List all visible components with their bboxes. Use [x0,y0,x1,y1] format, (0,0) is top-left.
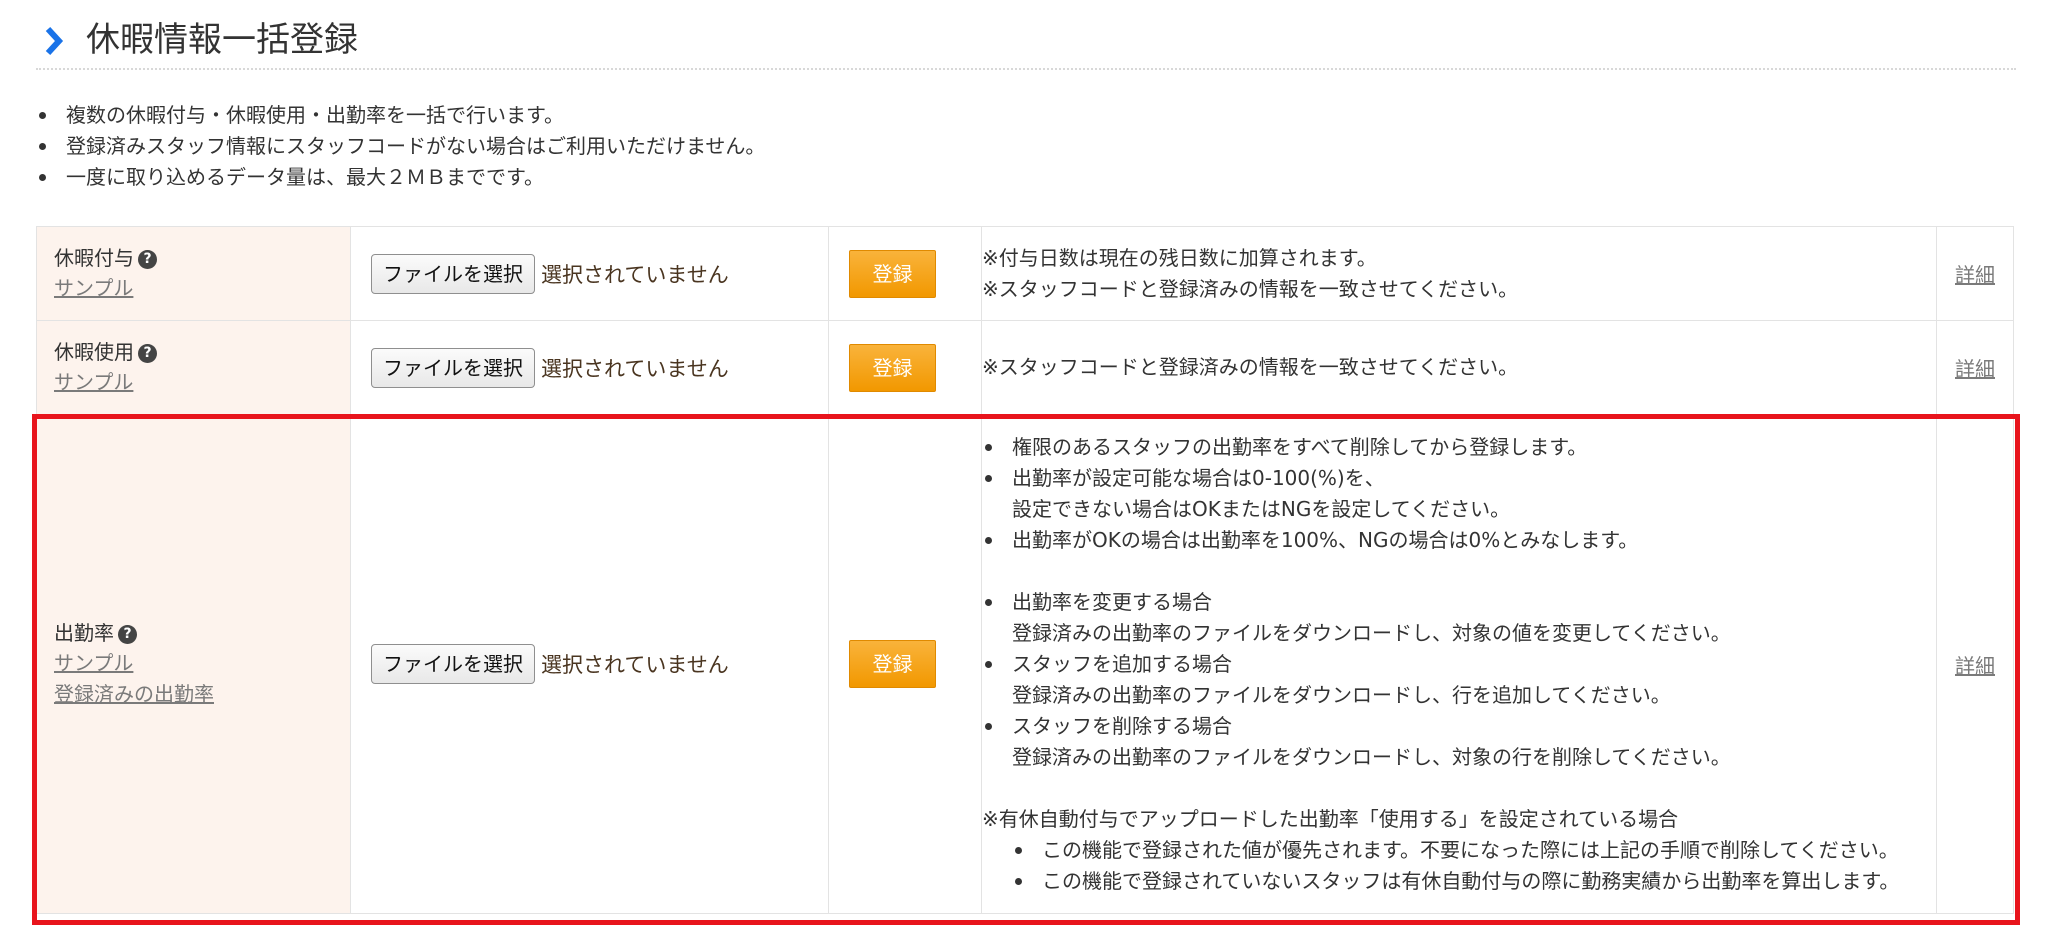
detail-link[interactable]: 詳細 [1955,357,1995,381]
row-label-text: 出勤率 [54,621,114,645]
intro-item: 一度に取り込めるデータ量は、最大２ＭＢまでです。 [36,162,765,193]
detail-cell: 詳細 [1936,226,2014,321]
note-line: ※スタッフコードと登録済みの情報を一致させてください。 [982,355,1519,379]
bulk-import-table: 休暇付与? サンプル ファイルを選択 選択されていません 登録 ※付与日数は現在の… [36,226,2014,914]
file-status: 選択されていません [541,653,729,677]
notes-list: 権限のあるスタッフの出勤率をすべて削除してから登録します。 出勤率が設定可能な場… [982,432,1936,556]
help-icon[interactable]: ? [118,625,137,644]
list-item-line: スタッフを追加する場合 [1012,651,1232,676]
intro-item: 複数の休暇付与・休暇使用・出勤率を一括で行います。 [36,100,765,131]
row-label: 休暇使用? [54,337,350,367]
registered-attendance-link[interactable]: 登録済みの出勤率 [54,679,350,710]
row-label-text: 休暇付与 [54,246,134,270]
row-label-cell: 休暇使用? サンプル [36,320,351,415]
notes-cell: ※スタッフコードと登録済みの情報を一致させてください。 [981,320,1937,415]
list-item: この機能で登録された値が優先されます。不要になった際には上記の手順で削除してくだ… [982,835,1936,866]
row-label-text: 休暇使用 [54,340,134,364]
page-header: 休暇情報一括登録 [36,14,2016,70]
detail-link[interactable]: 詳細 [1955,654,1995,678]
choose-file-button[interactable]: ファイルを選択 [371,644,535,684]
list-item: スタッフを削除する場合登録済みの出勤率のファイルをダウンロードし、対象の行を削除… [982,711,1936,773]
notes-list: 出勤率を変更する場合登録済みの出勤率のファイルをダウンロードし、対象の値を変更し… [982,587,1936,773]
choose-file-button[interactable]: ファイルを選択 [371,253,535,294]
note-line: ※付与日数は現在の残日数に加算されます。 [982,245,1377,270]
detail-cell: 詳細 [1936,320,2014,415]
table-row-leave-use: 休暇使用? サンプル ファイルを選択 選択されていません 登録 ※スタッフコードと… [36,320,2014,415]
help-icon[interactable]: ? [138,344,157,363]
row-label: 出勤率? [54,618,350,648]
notes-cell: 権限のあるスタッフの出勤率をすべて削除してから登録します。 出勤率が設定可能な場… [981,414,1937,914]
table-row-leave-grant: 休暇付与? サンプル ファイルを選択 選択されていません 登録 ※付与日数は現在の… [36,226,2014,321]
list-item-line: 登録済みの出勤率のファイルをダウンロードし、対象の行を削除してください。 [1012,744,1731,769]
page: 休暇情報一括登録 複数の休暇付与・休暇使用・出勤率を一括で行います。 登録済みス… [0,0,2048,938]
choose-file-button[interactable]: ファイルを選択 [371,347,535,388]
list-item-line: 登録済みの出勤率のファイルをダウンロードし、対象の値を変更してください。 [1012,620,1731,645]
page-title: 休暇情報一括登録 [86,20,358,60]
file-cell: ファイルを選択 選択されていません [350,414,829,914]
file-status: 選択されていません [541,356,729,381]
list-item: スタッフを追加する場合登録済みの出勤率のファイルをダウンロードし、行を追加してく… [982,649,1936,711]
notes-cell: ※付与日数は現在の残日数に加算されます。 ※スタッフコードと登録済みの情報を一致… [981,226,1937,321]
list-item-line: 設定できない場合はOKまたはNGを設定してください。 [1012,496,1511,521]
sub-notes-list: この機能で登録された値が優先されます。不要になった際には上記の手順で削除してくだ… [982,835,1936,897]
table-row-attendance-rate: 出勤率? サンプル 登録済みの出勤率 ファイルを選択 選択されていません 登録 権… [36,414,2014,914]
list-item: 出勤率が設定可能な場合は0-100(%)を、設定できない場合はOKまたはNGを設… [982,463,1936,525]
file-cell: ファイルを選択 選択されていません [350,320,829,415]
register-button[interactable]: 登録 [849,249,936,298]
list-item-line: 出勤率を変更する場合 [1012,589,1212,614]
sample-link[interactable]: サンプル [54,273,350,304]
list-item-line: 登録済みの出勤率のファイルをダウンロードし、行を追加してください。 [1012,682,1671,707]
detail-cell: 詳細 [1936,414,2014,914]
detail-link[interactable]: 詳細 [1955,263,1995,287]
intro-item: 登録済みスタッフ情報にスタッフコードがない場合はご利用いただけません。 [36,131,765,162]
help-icon[interactable]: ? [138,250,157,269]
file-cell: ファイルを選択 選択されていません [350,226,829,321]
sample-link[interactable]: サンプル [54,648,350,679]
register-button[interactable]: 登録 [849,640,936,688]
row-label-cell: 休暇付与? サンプル [36,226,351,321]
list-item: 権限のあるスタッフの出勤率をすべて削除してから登録します。 [982,432,1936,463]
intro-list: 複数の休暇付与・休暇使用・出勤率を一括で行います。 登録済みスタッフ情報にスタッ… [36,100,765,193]
register-cell: 登録 [828,320,982,415]
note-line: ※スタッフコードと登録済みの情報を一致させてください。 [982,276,1519,301]
row-label-cell: 出勤率? サンプル 登録済みの出勤率 [36,414,351,914]
file-status: 選択されていません [541,262,729,287]
footnote: ※有休自動付与でアップロードした出勤率「使用する」を設定されている場合 [982,806,1679,831]
sample-link[interactable]: サンプル [54,367,350,398]
list-item-line: 出勤率が設定可能な場合は0-100(%)を、 [1012,465,1385,490]
register-cell: 登録 [828,226,982,321]
list-item-line: スタッフを削除する場合 [1012,713,1232,738]
chevron-right-icon [45,26,64,56]
list-item: 出勤率がOKの場合は出勤率を100%、NGの場合は0%とみなします。 [982,525,1936,556]
list-item: 出勤率を変更する場合登録済みの出勤率のファイルをダウンロードし、対象の値を変更し… [982,587,1936,649]
row-label: 休暇付与? [54,243,350,273]
list-item: この機能で登録されていないスタッフは有休自動付与の際に勤務実績から出勤率を算出し… [982,866,1936,897]
register-button[interactable]: 登録 [849,343,936,392]
register-cell: 登録 [828,414,982,914]
